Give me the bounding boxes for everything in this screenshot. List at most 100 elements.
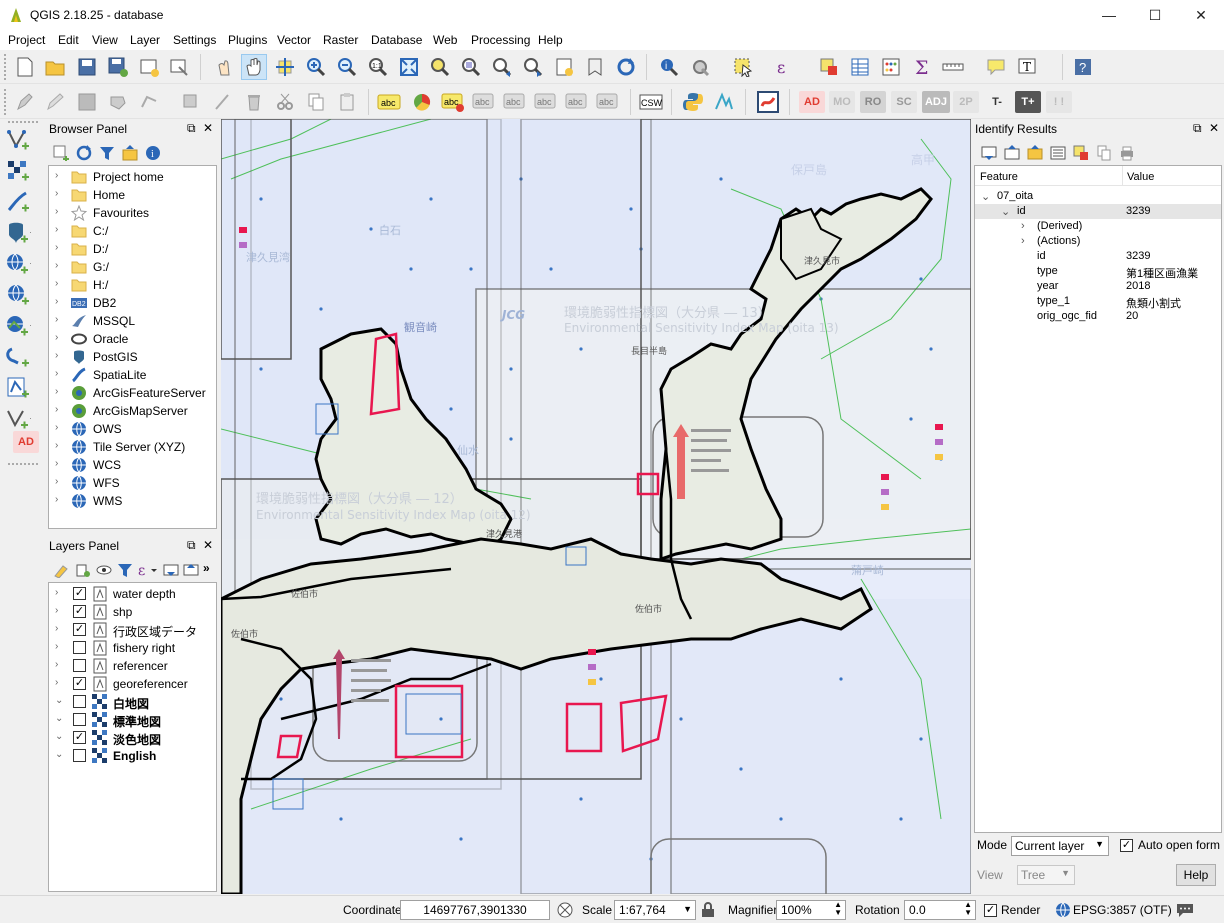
collapse-arrow-icon[interactable]: ⌄: [55, 713, 65, 724]
rotate-label-icon[interactable]: abc: [564, 89, 590, 115]
field-calculator-icon[interactable]: [878, 54, 904, 80]
menu-view[interactable]: View: [92, 33, 118, 47]
composer-manager-icon[interactable]: [166, 54, 192, 80]
browser-item[interactable]: › G:/: [49, 258, 216, 276]
maximize-button[interactable]: ☐: [1132, 0, 1178, 30]
new-print-composer-icon[interactable]: [136, 54, 162, 80]
show-hide-labels-icon[interactable]: abc: [502, 89, 528, 115]
expand-new-results-icon[interactable]: [1027, 145, 1043, 161]
menu-layer[interactable]: Layer: [130, 33, 160, 47]
expand-arrow-icon[interactable]: ›: [55, 170, 65, 181]
expand-arrow-icon[interactable]: ›: [55, 641, 65, 652]
layer-item[interactable]: › ✓ shp: [49, 603, 216, 621]
expand-arrow-icon[interactable]: ›: [55, 296, 65, 307]
layer-visibility-checkbox[interactable]: [73, 713, 86, 726]
value-column-header[interactable]: Value: [1127, 171, 1154, 183]
expand-arrow-icon[interactable]: ›: [55, 476, 65, 487]
expand-arrow-icon[interactable]: ›: [55, 206, 65, 217]
layer-visibility-checkbox[interactable]: [73, 641, 86, 654]
style-manager-icon[interactable]: [53, 562, 69, 578]
layer-visibility-checkbox[interactable]: ✓: [73, 731, 86, 744]
highlight-pinned-labels-icon[interactable]: abc: [440, 89, 466, 115]
diagram-options-icon[interactable]: [409, 89, 435, 115]
auto-open-form-checkbox[interactable]: ✓: [1120, 839, 1133, 852]
layer-visibility-checkbox[interactable]: ✓: [73, 677, 86, 690]
browser-item[interactable]: › D:/: [49, 240, 216, 258]
browser-item[interactable]: › H:/: [49, 276, 216, 294]
layer-visibility-checkbox[interactable]: ✓: [73, 605, 86, 618]
layer-item[interactable]: › ✓ 行政区域データ: [49, 621, 216, 639]
move-feature-icon[interactable]: [178, 89, 204, 115]
menu-edit[interactable]: Edit: [58, 33, 79, 47]
tree-arrow-icon[interactable]: ›: [1021, 235, 1025, 247]
view-form-icon[interactable]: [1050, 145, 1066, 161]
delete-selected-icon[interactable]: [241, 89, 267, 115]
bang-button[interactable]: ! !: [1046, 91, 1072, 113]
expand-arrow-icon[interactable]: ›: [55, 677, 65, 688]
processing-plugin-icon[interactable]: [711, 89, 737, 115]
layer-visibility-checkbox[interactable]: [73, 659, 86, 672]
layer-item[interactable]: › fishery right: [49, 639, 216, 657]
move-label-icon[interactable]: abc: [533, 89, 559, 115]
expand-arrow-icon[interactable]: ›: [55, 587, 65, 598]
browser-item[interactable]: › C:/: [49, 222, 216, 240]
close-button[interactable]: ✕: [1178, 0, 1224, 30]
layer-item[interactable]: ⌄ ✓ 淡色地図: [49, 729, 216, 747]
menu-project[interactable]: Project: [8, 33, 45, 47]
close-identify-panel-icon[interactable]: ✕: [1209, 121, 1219, 135]
add-wms-layer-icon[interactable]: [5, 251, 31, 277]
new-spatialite-layer-icon[interactable]: [5, 406, 31, 432]
map-tips-icon[interactable]: [983, 54, 1009, 80]
t-minus-button[interactable]: T-: [984, 91, 1010, 113]
map-render[interactable]: 白石 津久見湾 観音崎 保戸島 高甲 津久見市 佐伯市 佐伯市 佐伯市 蒲戸崎 …: [221, 119, 971, 894]
expand-all-icon[interactable]: [163, 562, 179, 578]
layer-visibility-checkbox[interactable]: ✓: [73, 623, 86, 636]
menu-raster[interactable]: Raster: [323, 33, 358, 47]
measure-line-icon[interactable]: [940, 54, 966, 80]
pan-to-selection-icon[interactable]: [272, 54, 298, 80]
close-panel-icon[interactable]: ✕: [203, 121, 213, 135]
change-label-icon[interactable]: abc: [595, 89, 621, 115]
cut-features-icon[interactable]: [272, 89, 298, 115]
expand-arrow-icon[interactable]: ›: [55, 314, 65, 325]
pan-map-icon[interactable]: [241, 54, 267, 80]
browser-item[interactable]: › SpatiaLite: [49, 366, 216, 384]
paste-features-icon[interactable]: [334, 89, 360, 115]
feature-column-header[interactable]: Feature: [980, 171, 1018, 183]
zoom-to-layer-icon[interactable]: [458, 54, 484, 80]
add-feature-icon[interactable]: [105, 89, 131, 115]
layer-visibility-checkbox[interactable]: [73, 695, 86, 708]
browser-item[interactable]: › DB2 DB2: [49, 294, 216, 312]
browser-item[interactable]: › ArcGisFeatureServer: [49, 384, 216, 402]
filter-legend-icon[interactable]: [117, 562, 133, 578]
expand-arrow-icon[interactable]: ›: [55, 494, 65, 505]
minimize-button[interactable]: —: [1086, 0, 1132, 30]
filter-by-expression-icon[interactable]: ε: [137, 562, 159, 578]
python-console-icon[interactable]: [680, 89, 706, 115]
new-shapefile-layer-icon[interactable]: [5, 375, 31, 401]
toggle-extents-icon[interactable]: [556, 901, 574, 919]
save-project-icon[interactable]: [74, 54, 100, 80]
identify-result-row[interactable]: year 2018: [975, 279, 1221, 294]
toggle-editing-icon[interactable]: [42, 89, 68, 115]
statistical-summary-icon[interactable]: Σ: [909, 54, 935, 80]
georeferencer-plugin-icon[interactable]: [755, 89, 781, 115]
zoom-out-icon[interactable]: [334, 54, 360, 80]
attribute-table-icon[interactable]: [847, 54, 873, 80]
expand-tree-icon[interactable]: [981, 145, 997, 161]
mode-select[interactable]: Current layer ▼: [1011, 836, 1109, 856]
select-by-expression-icon[interactable]: ε: [771, 54, 797, 80]
browser-item[interactable]: › Oracle: [49, 330, 216, 348]
add-wcs-layer-icon[interactable]: [5, 282, 31, 308]
expand-arrow-icon[interactable]: ›: [55, 332, 65, 343]
two-p-button[interactable]: 2P: [953, 91, 979, 113]
ro-button[interactable]: RO: [860, 91, 886, 113]
crs-globe-icon[interactable]: [1055, 902, 1071, 918]
coordinate-field[interactable]: 14697767,3901330: [400, 900, 550, 920]
sc-button[interactable]: SC: [891, 91, 917, 113]
expand-arrow-icon[interactable]: ›: [55, 659, 65, 670]
expand-arrow-icon[interactable]: ›: [55, 260, 65, 271]
menu-help[interactable]: Help: [538, 33, 563, 47]
browser-item[interactable]: › WCS: [49, 456, 216, 474]
mo-button[interactable]: MO: [829, 91, 855, 113]
